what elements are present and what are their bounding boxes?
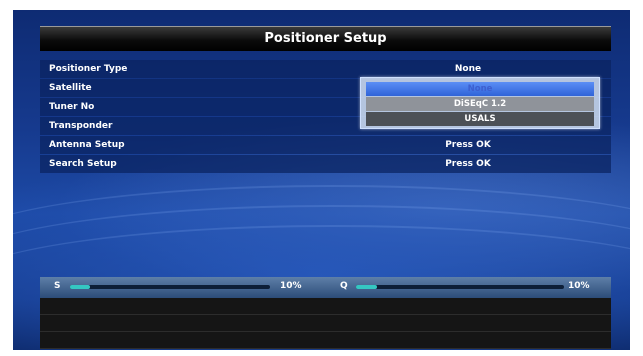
strength-percent: 10% — [280, 281, 302, 291]
info-area — [40, 298, 611, 349]
info-line — [40, 315, 611, 332]
info-line — [40, 332, 611, 349]
menu-item-label: Transponder — [49, 121, 113, 131]
tv-screen: Positioner Setup Positioner Type None Sa… — [13, 10, 630, 350]
strength-label: S — [54, 281, 61, 291]
strength-meter-fill — [70, 285, 90, 289]
menu-row-positioner-type[interactable]: Positioner Type None — [40, 60, 611, 78]
page-title: Positioner Setup — [40, 26, 611, 51]
quality-meter — [356, 285, 564, 289]
menu-item-label: Satellite — [49, 83, 92, 93]
menu-item-value: Press OK — [445, 140, 491, 150]
quality-percent: 10% — [568, 281, 590, 291]
menu-item-label: Antenna Setup — [49, 140, 125, 150]
positioner-type-dropdown[interactable]: None DiSEqC 1.2 USALS — [360, 77, 600, 129]
signal-panel: S 10% Q 10% — [40, 277, 611, 349]
info-line — [40, 298, 611, 315]
menu-item-label: Tuner No — [49, 102, 95, 112]
menu-row-search-setup[interactable]: Search Setup Press OK — [40, 155, 611, 173]
menu-item-value: None — [454, 64, 482, 74]
menu-item-label: Search Setup — [49, 159, 117, 169]
dropdown-option-diseqc[interactable]: DiSEqC 1.2 — [366, 97, 594, 111]
menu-row-antenna-setup[interactable]: Antenna Setup Press OK — [40, 136, 611, 154]
menu-item-label: Positioner Type — [49, 64, 128, 74]
signal-meter-bar: S 10% Q 10% — [40, 277, 611, 298]
menu-item-value: Press OK — [445, 159, 491, 169]
dropdown-option-usals[interactable]: USALS — [366, 112, 594, 126]
dropdown-option-none[interactable]: None — [366, 82, 594, 96]
strength-meter — [70, 285, 270, 289]
quality-label: Q — [340, 281, 348, 291]
quality-meter-fill — [356, 285, 377, 289]
